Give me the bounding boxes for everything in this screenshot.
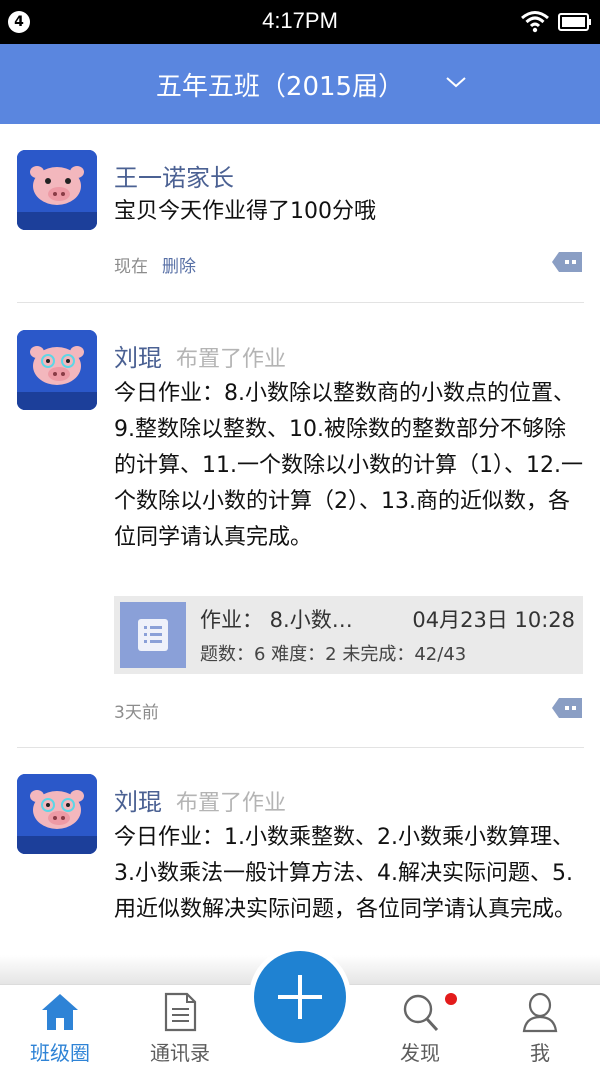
post-time: 现在 <box>114 257 148 277</box>
comment-icon[interactable] <box>551 250 583 274</box>
homework-icon <box>120 602 186 668</box>
home-icon <box>42 994 78 1030</box>
status-time: 4:17PM <box>262 8 338 33</box>
post-content: 今日作业：1.小数乘整数、2.小数乘小数算理、3.小数乘法一般计算方法、4.解决… <box>114 825 577 922</box>
post-action: 布置了作业 <box>176 791 287 816</box>
post-author-line: 刘琨 布置了作业 <box>114 782 286 817</box>
notification-dot <box>445 993 457 1005</box>
tab-class-circle[interactable]: 班级圈 <box>5 985 115 1067</box>
class-feed[interactable]: 王一诺家长 宝贝今天作业得了100分哦 现在 删除 刘琨 布置了作业 今日作业：… <box>0 124 600 984</box>
status-bar: 4 4:17PM <box>0 0 600 44</box>
post-content: 宝贝今天作业得了100分哦 <box>114 199 376 224</box>
comment-icon[interactable] <box>551 696 583 720</box>
avatar[interactable] <box>17 330 97 410</box>
add-post-button[interactable] <box>254 951 346 1043</box>
class-title[interactable]: 五年五班（2015届） <box>0 66 560 103</box>
divider <box>17 302 584 303</box>
post-author-line: 刘琨 布置了作业 <box>114 338 286 373</box>
homework-card[interactable]: 作业： 8.小数… 04月23日 10:28 题数：6 难度：2 未完成：42/… <box>114 596 583 674</box>
post-author[interactable]: 刘琨 <box>114 788 162 816</box>
post-action: 布置了作业 <box>176 347 287 372</box>
avatar[interactable] <box>17 150 97 230</box>
post-meta: 现在 删除 <box>114 252 196 277</box>
homework-date: 04月23日 10:28 <box>412 608 575 632</box>
tab-label: 我 <box>530 1041 550 1065</box>
divider <box>17 747 584 748</box>
tab-me[interactable]: 我 <box>485 985 595 1067</box>
contacts-icon <box>164 992 197 1032</box>
wifi-icon <box>521 11 549 33</box>
tab-discover[interactable]: 发现 <box>365 985 475 1067</box>
post-author[interactable]: 王一诺家长 <box>114 158 234 193</box>
homework-stats: 题数：6 难度：2 未完成：42/43 <box>200 644 467 665</box>
class-selector-header[interactable]: 五年五班（2015届） <box>0 44 600 124</box>
battery-icon <box>558 13 591 31</box>
avatar[interactable] <box>17 774 97 854</box>
post-content: 今日作业：8.小数除以整数商的小数点的位置、9.整数除以整数、10.被除数的整数… <box>114 381 583 550</box>
delete-link[interactable]: 删除 <box>162 257 196 277</box>
tab-contacts[interactable]: 通讯录 <box>125 985 235 1067</box>
post-author[interactable]: 刘琨 <box>114 344 162 372</box>
post-time: 3天前 <box>114 703 159 723</box>
search-icon <box>403 994 439 1032</box>
tab-label: 发现 <box>400 1041 440 1065</box>
homework-title: 作业： 8.小数… <box>200 608 353 632</box>
chevron-down-icon[interactable] <box>444 74 468 90</box>
tab-label: 班级圈 <box>30 1041 90 1065</box>
plus-icon <box>278 975 322 1019</box>
tab-label: 通讯录 <box>150 1041 210 1065</box>
user-icon <box>522 992 558 1033</box>
